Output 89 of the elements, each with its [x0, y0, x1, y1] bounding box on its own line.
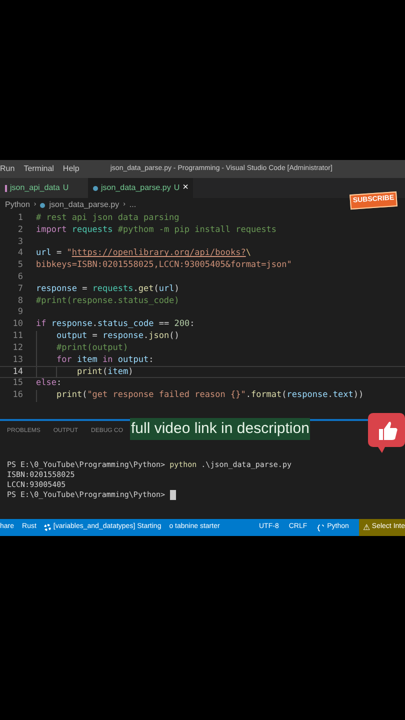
code-token: # rest api json data parsing	[36, 213, 180, 225]
code-token: (	[82, 390, 88, 402]
tab-label: json_api_data	[10, 182, 60, 194]
code-token: print	[56, 390, 82, 402]
line-number: 7	[16, 284, 24, 296]
code-token: 200	[174, 319, 190, 331]
code-token: for	[56, 354, 72, 366]
code-token: requests	[92, 284, 134, 296]
breadcrumb-item[interactable]: json_data_parse.py	[49, 199, 120, 211]
code-token: json	[148, 330, 170, 343]
code-token: text	[332, 390, 354, 402]
code-token: .	[133, 284, 138, 296]
line-number: 16	[12, 390, 24, 402]
code-token: ))	[353, 390, 364, 402]
code-token: (	[102, 367, 108, 378]
line-number: 10	[12, 319, 24, 331]
code-token: .	[246, 390, 251, 402]
code-token: .	[328, 390, 333, 402]
code-token: ==	[158, 319, 170, 331]
code-token: else	[36, 378, 56, 390]
editor-tab[interactable]: json_api_data U	[0, 178, 88, 198]
code-token: format	[250, 390, 282, 402]
code-token: =	[55, 248, 63, 260]
line-number: 15	[12, 378, 24, 390]
menu-item[interactable]: Help	[62, 163, 88, 175]
terminal-cursor	[170, 490, 176, 500]
like-icon[interactable]	[368, 413, 405, 453]
python-file-icon	[40, 202, 46, 208]
code-token: response	[50, 319, 92, 331]
code-token: item	[76, 354, 98, 366]
code-token: output	[56, 330, 88, 343]
line-number: 3	[16, 236, 24, 248]
code-token: item	[108, 367, 128, 378]
code-token: =	[91, 330, 98, 343]
git-status-letter: U	[174, 182, 180, 194]
line-number: 8	[16, 296, 24, 308]
breadcrumb-item[interactable]: ...	[129, 199, 136, 211]
menu-item[interactable]: Run	[0, 163, 24, 175]
code-token: =	[81, 284, 88, 296]
code-token: status_code	[97, 319, 154, 331]
code-token: bibkeys=ISBN:0201558025,LCCN:93005405&format=json"	[36, 260, 292, 272]
code-token: response	[36, 284, 77, 296]
code-token: .	[144, 330, 149, 343]
code-token: https://openlibrary.org/api/books?	[72, 248, 246, 260]
code-token: response	[286, 390, 328, 402]
code-token: in	[102, 354, 113, 366]
code-token: output	[116, 354, 149, 366]
code-token: :	[56, 378, 62, 390]
code-token: response	[102, 330, 144, 343]
code-token: #print(output)	[56, 342, 128, 355]
code-token: requests	[70, 224, 114, 237]
code-token: #print(response.status_code)	[36, 296, 180, 308]
code-token: ()	[169, 330, 180, 343]
close-icon[interactable]: ×	[182, 183, 188, 193]
menu-item[interactable]: Terminal	[24, 163, 63, 175]
tab-label: json_data_parse.py	[101, 182, 171, 194]
code-token: (	[282, 390, 287, 402]
code-token: get	[138, 284, 154, 296]
line-number: 14	[12, 367, 24, 378]
git-status-letter: U	[62, 182, 69, 194]
code-token: #pythom -m pip install requests	[118, 224, 277, 237]
line-number: 11	[12, 330, 24, 343]
video-caption: full video link in description	[130, 418, 310, 440]
code-token: )	[128, 367, 134, 378]
code-token: )	[174, 284, 180, 296]
line-number: 13	[12, 354, 24, 366]
code-token: url	[158, 284, 174, 296]
code-token: print	[76, 367, 103, 378]
code-token: :	[190, 319, 195, 331]
code-token: import	[36, 224, 67, 237]
code-token: url	[36, 248, 52, 260]
line-number: 4	[16, 248, 24, 260]
code-token: :	[148, 354, 154, 366]
line-number: 2	[16, 224, 24, 237]
code-token: if	[36, 319, 46, 331]
line-number: 5	[16, 260, 24, 272]
code-token: (	[154, 284, 159, 296]
breadcrumb-item[interactable]: Python	[5, 199, 30, 211]
line-number: 9	[16, 307, 24, 320]
python-file-icon	[93, 186, 98, 190]
line-number: 12	[12, 342, 24, 355]
line-number: 6	[16, 272, 24, 284]
code-token: \	[246, 248, 251, 260]
editor-tab[interactable]: json_data_parse.py U ×	[88, 178, 194, 198]
code-token: "get response failed reason {}"	[87, 390, 246, 402]
code-token: .	[92, 319, 98, 331]
line-number: 1	[16, 213, 24, 225]
code-token: "	[66, 248, 72, 260]
warning-icon: ⚠	[362, 522, 370, 534]
